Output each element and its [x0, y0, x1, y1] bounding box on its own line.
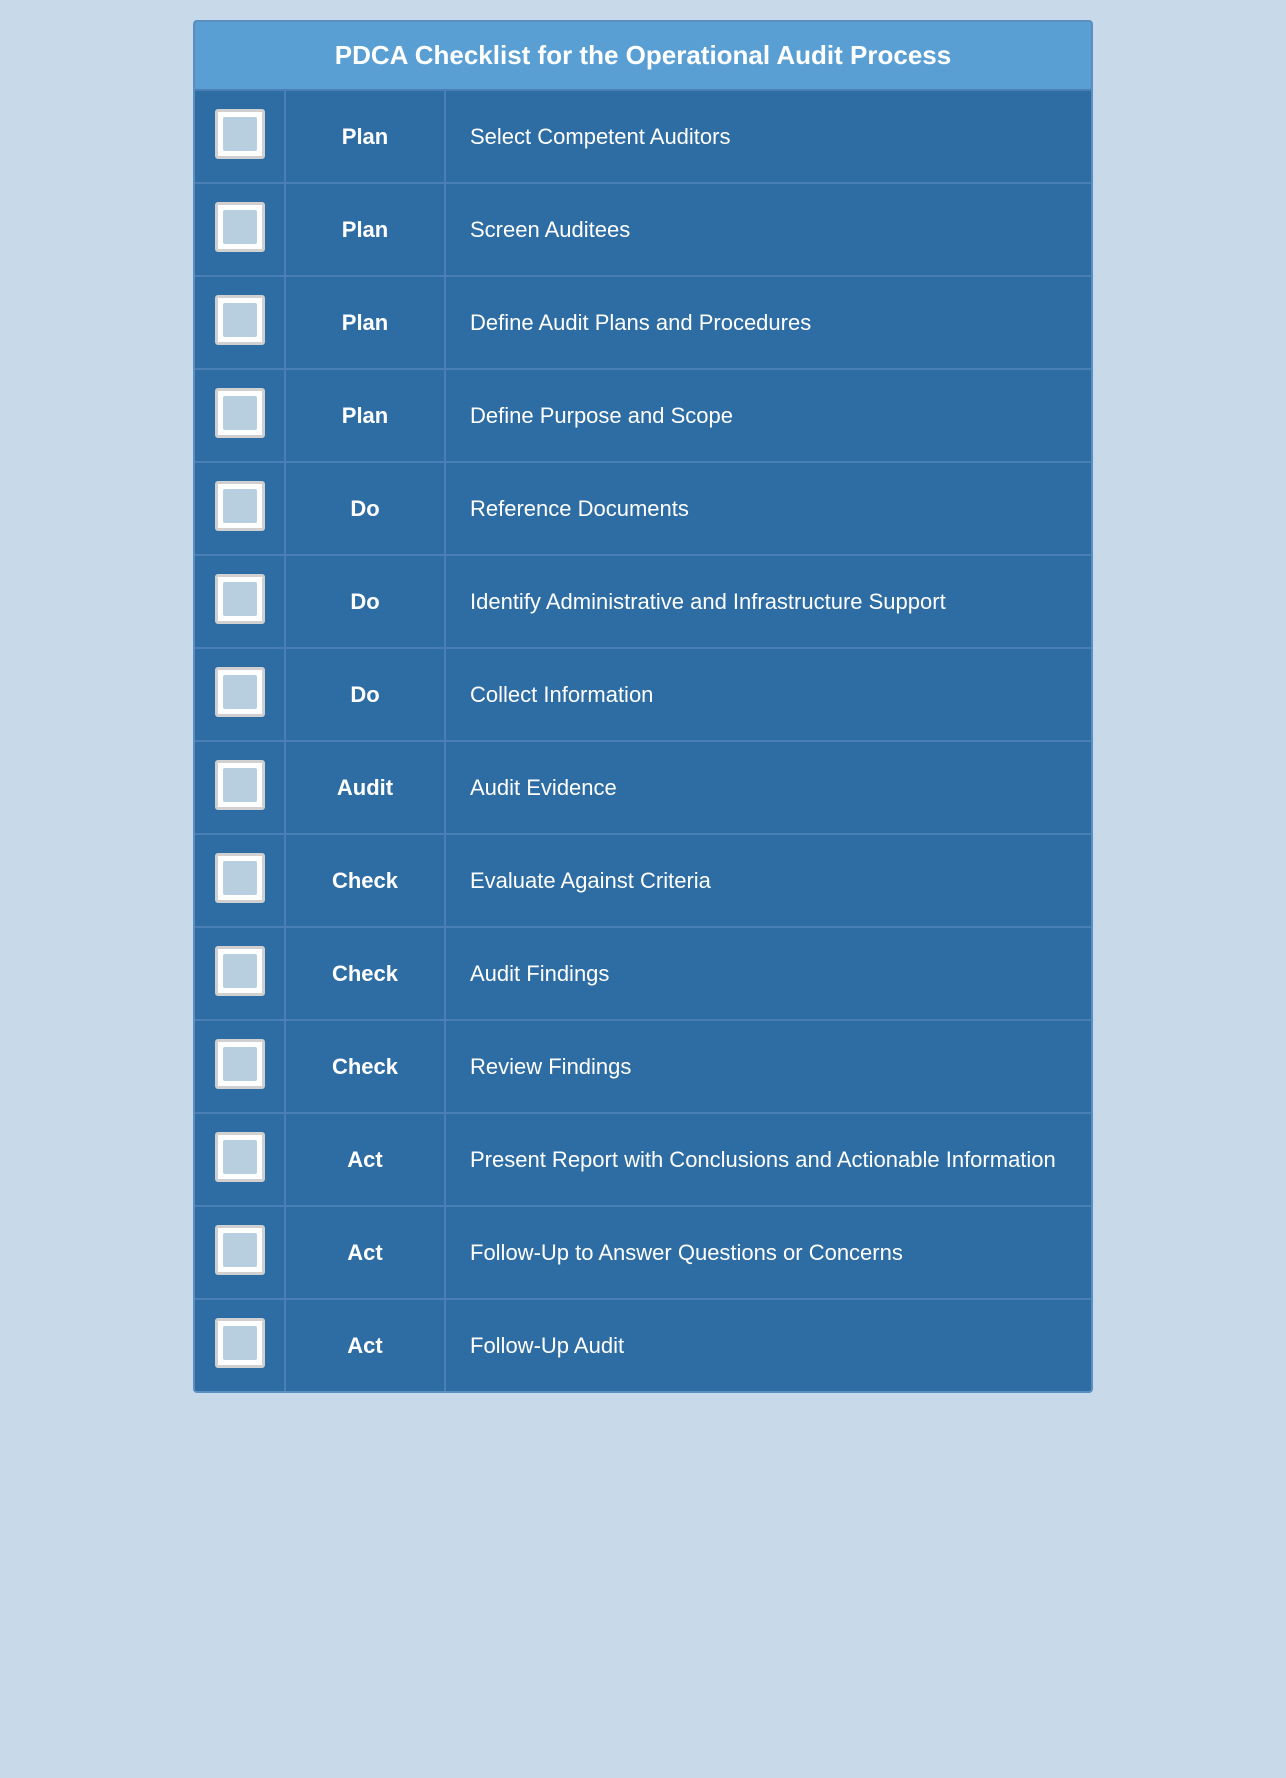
checkbox-cell[interactable] [195, 555, 285, 648]
description-cell: Select Competent Auditors [445, 91, 1091, 183]
checkbox[interactable] [215, 760, 265, 810]
description-cell: Identify Administrative and Infrastructu… [445, 555, 1091, 648]
description-cell: Present Report with Conclusions and Acti… [445, 1113, 1091, 1206]
checkbox-cell[interactable] [195, 1299, 285, 1391]
checkbox-cell[interactable] [195, 183, 285, 276]
table-row: Do Reference Documents [195, 462, 1091, 555]
checkbox[interactable] [215, 1318, 265, 1368]
checkbox[interactable] [215, 295, 265, 345]
checkbox-inner [223, 1326, 257, 1360]
checkbox[interactable] [215, 388, 265, 438]
checkbox-cell[interactable] [195, 1113, 285, 1206]
phase-cell: Do [285, 462, 445, 555]
description-cell: Audit Evidence [445, 741, 1091, 834]
table-row: Do Collect Information [195, 648, 1091, 741]
description-cell: Screen Auditees [445, 183, 1091, 276]
checkbox[interactable] [215, 481, 265, 531]
table-row: Act Follow-Up to Answer Questions or Con… [195, 1206, 1091, 1299]
checkbox-cell[interactable] [195, 1206, 285, 1299]
checkbox-inner [223, 117, 257, 151]
phase-cell: Plan [285, 91, 445, 183]
checkbox-cell[interactable] [195, 1020, 285, 1113]
table-row: Act Present Report with Conclusions and … [195, 1113, 1091, 1206]
phase-cell: Plan [285, 369, 445, 462]
checkbox-cell[interactable] [195, 91, 285, 183]
table-title: PDCA Checklist for the Operational Audit… [195, 22, 1091, 91]
phase-cell: Act [285, 1299, 445, 1391]
table-row: Check Audit Findings [195, 927, 1091, 1020]
description-cell: Review Findings [445, 1020, 1091, 1113]
checklist-table: Plan Select Competent Auditors Plan Scre… [195, 91, 1091, 1391]
checkbox-inner [223, 210, 257, 244]
phase-cell: Do [285, 555, 445, 648]
phase-cell: Plan [285, 183, 445, 276]
checkbox-inner [223, 1233, 257, 1267]
description-cell: Audit Findings [445, 927, 1091, 1020]
checkbox-inner [223, 489, 257, 523]
table-row: Plan Select Competent Auditors [195, 91, 1091, 183]
table-row: Plan Define Audit Plans and Procedures [195, 276, 1091, 369]
checkbox[interactable] [215, 202, 265, 252]
checkbox-inner [223, 582, 257, 616]
checkbox-inner [223, 954, 257, 988]
checkbox[interactable] [215, 853, 265, 903]
checkbox[interactable] [215, 1225, 265, 1275]
description-cell: Collect Information [445, 648, 1091, 741]
description-cell: Follow-Up Audit [445, 1299, 1091, 1391]
phase-cell: Act [285, 1113, 445, 1206]
checkbox-inner [223, 1140, 257, 1174]
checkbox-cell[interactable] [195, 462, 285, 555]
phase-cell: Check [285, 1020, 445, 1113]
phase-cell: Audit [285, 741, 445, 834]
description-cell: Evaluate Against Criteria [445, 834, 1091, 927]
table-row: Act Follow-Up Audit [195, 1299, 1091, 1391]
table-row: Check Evaluate Against Criteria [195, 834, 1091, 927]
table-row: Plan Define Purpose and Scope [195, 369, 1091, 462]
description-cell: Define Purpose and Scope [445, 369, 1091, 462]
checkbox[interactable] [215, 1132, 265, 1182]
table-row: Audit Audit Evidence [195, 741, 1091, 834]
checkbox-cell[interactable] [195, 927, 285, 1020]
phase-cell: Plan [285, 276, 445, 369]
checkbox-inner [223, 768, 257, 802]
checkbox[interactable] [215, 946, 265, 996]
checkbox[interactable] [215, 1039, 265, 1089]
checkbox-inner [223, 396, 257, 430]
checkbox-cell[interactable] [195, 834, 285, 927]
checkbox-cell[interactable] [195, 648, 285, 741]
table-row: Do Identify Administrative and Infrastru… [195, 555, 1091, 648]
checklist-container: PDCA Checklist for the Operational Audit… [193, 20, 1093, 1393]
checkbox[interactable] [215, 667, 265, 717]
checkbox[interactable] [215, 574, 265, 624]
checkbox-inner [223, 1047, 257, 1081]
description-cell: Reference Documents [445, 462, 1091, 555]
description-cell: Define Audit Plans and Procedures [445, 276, 1091, 369]
checkbox-cell[interactable] [195, 741, 285, 834]
checkbox-cell[interactable] [195, 369, 285, 462]
phase-cell: Act [285, 1206, 445, 1299]
checkbox-inner [223, 861, 257, 895]
description-cell: Follow-Up to Answer Questions or Concern… [445, 1206, 1091, 1299]
checkbox-inner [223, 675, 257, 709]
table-row: Check Review Findings [195, 1020, 1091, 1113]
table-row: Plan Screen Auditees [195, 183, 1091, 276]
checkbox[interactable] [215, 109, 265, 159]
checkbox-inner [223, 303, 257, 337]
checkbox-cell[interactable] [195, 276, 285, 369]
phase-cell: Check [285, 927, 445, 1020]
phase-cell: Check [285, 834, 445, 927]
phase-cell: Do [285, 648, 445, 741]
